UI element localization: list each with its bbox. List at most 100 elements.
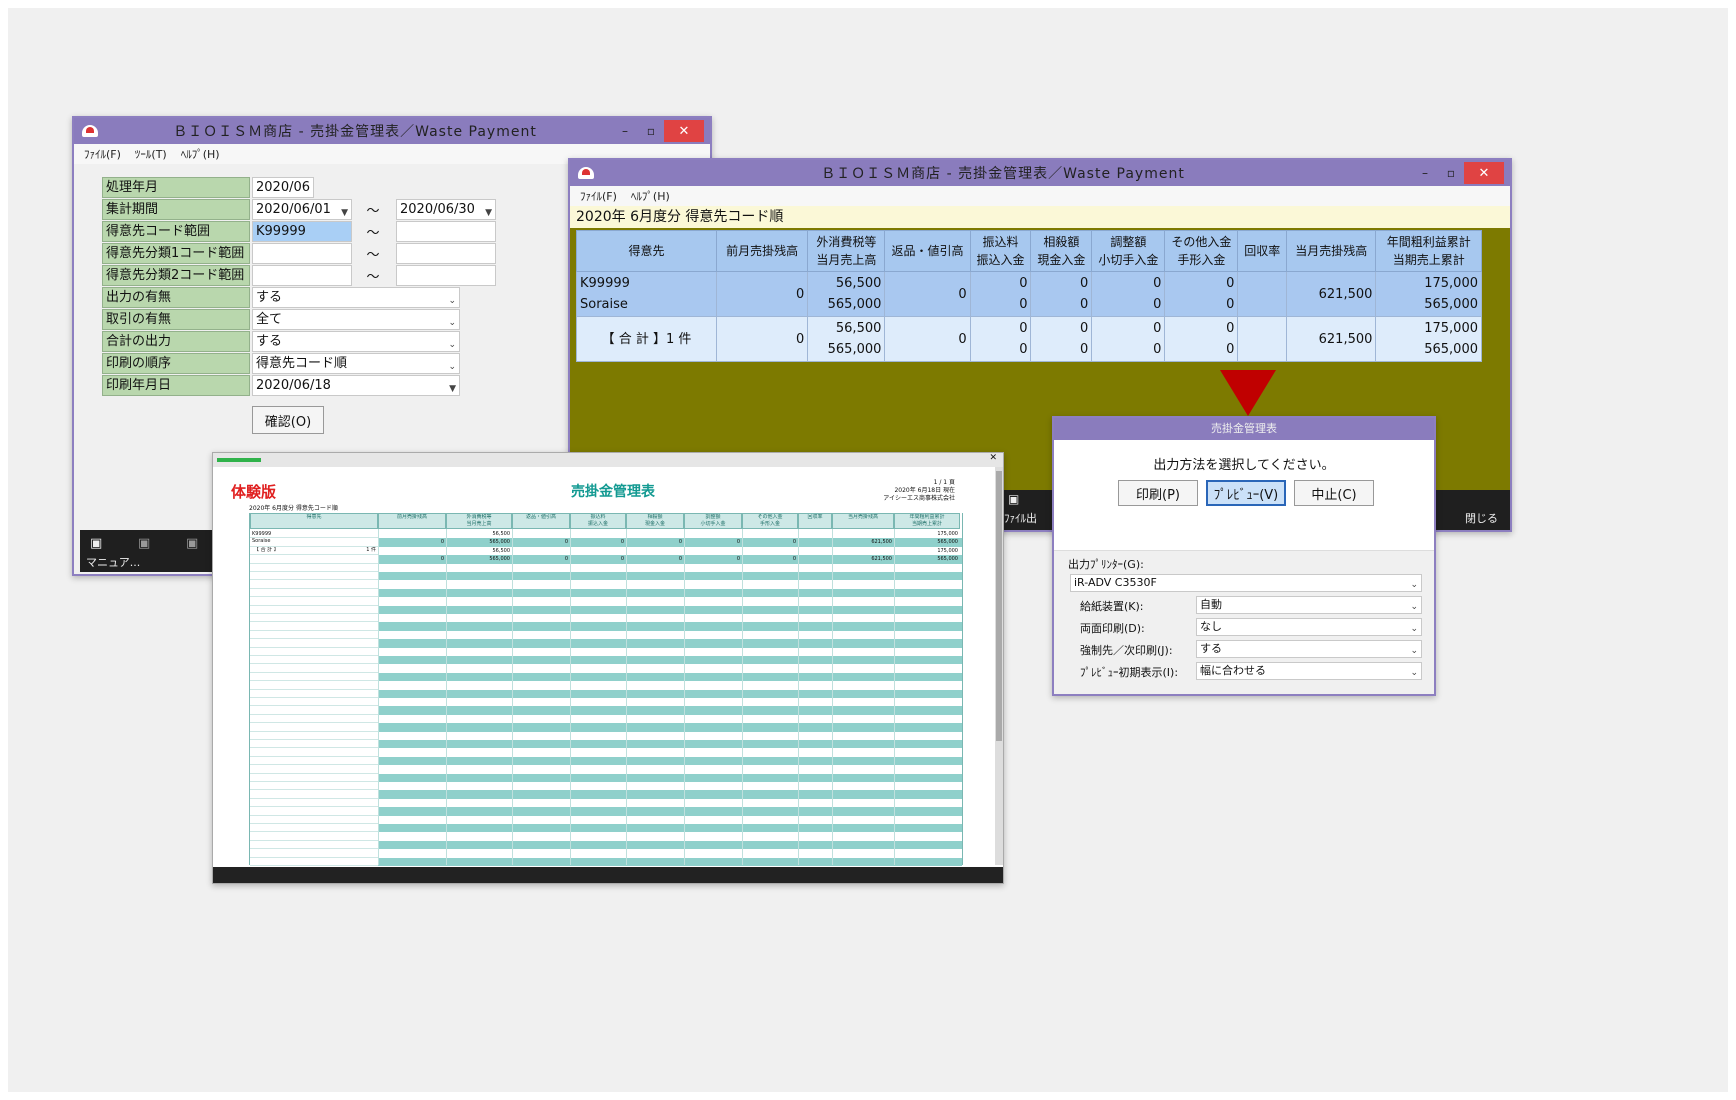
report-page: 1 / 1 頁 <box>933 479 955 486</box>
report-col-divider <box>832 529 833 865</box>
report-value: 0 <box>678 539 682 545</box>
report-client-row-line <box>250 681 378 690</box>
close-label[interactable]: 閉じる <box>1465 510 1498 526</box>
report-client-row-line <box>250 715 378 724</box>
printer-value: iR-ADV C3530F <box>1074 576 1157 589</box>
report-client-row-line <box>250 841 378 850</box>
vertical-scrollbar[interactable] <box>995 467 1003 865</box>
tool-icon[interactable]: ▣ <box>138 536 150 551</box>
progress-bar <box>217 458 261 462</box>
report-stripe-row <box>378 656 962 665</box>
report-value: 175,000 <box>937 548 958 554</box>
minimize-icon[interactable]: – <box>1412 163 1438 183</box>
total-value: する <box>256 333 283 349</box>
period-to-input[interactable]: 2020/06/30 ▼ <box>396 198 496 220</box>
minimize-icon[interactable]: – <box>612 121 638 141</box>
tax-value: 56,500 <box>835 276 882 291</box>
form-window-titlebar[interactable]: ＢＩＯＩＳＭ商店 - 売掛金管理表／Waste Payment – ▫ ✕ <box>74 118 710 144</box>
month-input[interactable]: 2020/06 <box>252 176 314 198</box>
print-button[interactable]: 印刷(P) <box>1118 480 1198 506</box>
client-range-to-input[interactable] <box>396 220 496 242</box>
report-client-row-line <box>250 816 378 824</box>
menu-file[interactable]: ﾌｧｲﾙ(F) <box>580 188 617 204</box>
printer-select[interactable]: iR-ADV C3530F ⌄ <box>1070 574 1422 592</box>
report-stripe-row <box>378 681 962 690</box>
class2-to-input[interactable] <box>396 264 496 286</box>
close-icon[interactable]: ✕ <box>1464 162 1504 184</box>
table-row[interactable]: K99999 Soraise 0 56,500 565,000 0 00 00 00… <box>576 271 1482 317</box>
paper-source-select[interactable]: 自動 ⌄ <box>1196 596 1422 614</box>
transfer-value: 0 <box>1019 342 1028 357</box>
class1-from-input[interactable] <box>252 242 352 264</box>
report-stripe-row <box>378 782 962 791</box>
report-client-row-line <box>250 530 378 539</box>
preview-button[interactable]: ﾌﾟﾚﾋﾞｭｰ(V) <box>1206 480 1286 506</box>
report-client-row-line <box>250 639 378 648</box>
sales-value: 565,000 <box>827 342 882 357</box>
total-label: 合計の出力 <box>102 330 250 352</box>
report-col-divider <box>894 529 895 865</box>
report-stripe-row <box>378 664 962 673</box>
menu-tools[interactable]: ﾂｰﾙ(T) <box>135 146 167 162</box>
file-output-label[interactable]: ﾌｧｲﾙ出 <box>1004 510 1037 526</box>
report-value: 0 <box>620 539 624 545</box>
report-client-row-line <box>250 572 378 581</box>
report-stripe-row <box>378 572 962 581</box>
report-client-row-line <box>250 664 378 673</box>
close-icon[interactable]: ✕ <box>989 453 997 463</box>
report-client-row-line <box>250 614 378 623</box>
class2-from-input[interactable] <box>252 264 352 286</box>
close-icon[interactable]: ✕ <box>664 120 704 142</box>
tool-icon[interactable]: ▣ <box>186 536 198 551</box>
desktop-stage: ＢＩＯＩＳＭ商店 - 売掛金管理表／Waste Payment – ▫ ✕ ﾌｧ… <box>8 8 1728 1092</box>
menu-help[interactable]: ﾍﾙﾌﾟ(H) <box>181 146 220 162</box>
class1-to-input[interactable] <box>396 242 496 264</box>
menu-file[interactable]: ﾌｧｲﾙ(F) <box>84 146 121 162</box>
report-subtitle: 2020年 6月度分 得意先コード順 <box>249 505 338 512</box>
report-value: 0 <box>564 556 568 562</box>
file-output-icon[interactable]: ▣ <box>1008 492 1019 506</box>
report-date: 2020年 6月18日 現在 <box>894 487 955 494</box>
client-range-label: 得意先コード範囲 <box>102 220 250 242</box>
list-window-titlebar[interactable]: ＢＩＯＩＳＭ商店 - 売掛金管理表／Waste Payment – ▫ ✕ <box>570 160 1510 186</box>
chevron-down-icon: ⌄ <box>1410 580 1418 590</box>
print-date-value: 2020/06/18 <box>256 377 331 393</box>
report-value: 0 <box>440 556 444 562</box>
client-range-from-input[interactable]: K99999 <box>252 220 352 242</box>
manual-icon[interactable]: ▣ <box>90 536 102 551</box>
report-col-divider <box>798 529 799 865</box>
maximize-icon[interactable]: ▫ <box>638 121 664 141</box>
report-col-divider <box>446 529 447 865</box>
period-to-value: 2020/06/30 <box>400 201 475 217</box>
preview-initial-select[interactable]: 幅に合わせる ⌄ <box>1196 662 1422 680</box>
print-date-input[interactable]: 2020/06/18 ▼ <box>252 374 460 399</box>
report-stripe-row <box>378 740 962 749</box>
maximize-icon[interactable]: ▫ <box>1438 163 1464 183</box>
force-print-select[interactable]: する ⌄ <box>1196 640 1422 658</box>
output-flag-select[interactable]: する ⌄ <box>252 286 460 308</box>
order-select[interactable]: 得意先コード順 ⌄ <box>252 352 460 374</box>
manual-label[interactable]: マニュア... <box>86 554 140 570</box>
menu-help[interactable]: ﾍﾙﾌﾟ(H) <box>631 188 670 204</box>
preview-toolbar: ✕ <box>213 453 1003 467</box>
scrollbar-thumb[interactable] <box>996 471 1002 741</box>
total-select[interactable]: する ⌄ <box>252 330 460 352</box>
total-row[interactable]: 【 合 計 】1 件 0 56,500 565,000 0 00 00 00 00… <box>576 316 1482 362</box>
chevron-down-icon: ⌄ <box>1410 624 1418 634</box>
cash-cell: 00 <box>1030 316 1093 362</box>
period-from-input[interactable]: 2020/06/01 ▼ <box>252 198 352 220</box>
report-client-row-line <box>250 564 378 572</box>
report-col-header: 年間粗利益累計 当期売上累計 <box>894 513 960 529</box>
col-header: その他入金 手形入金 <box>1164 230 1239 272</box>
list-menubar: ﾌｧｲﾙ(F) ﾍﾙﾌﾟ(H) <box>570 186 1510 206</box>
col-header: 振込料 振込入金 <box>969 230 1032 272</box>
confirm-button[interactable]: 確認(O) <box>252 406 324 434</box>
transaction-select[interactable]: 全て ⌄ <box>252 308 460 330</box>
col-header: 調整額 小切手入金 <box>1091 230 1166 272</box>
cancel-button[interactable]: 中止(C) <box>1294 480 1374 506</box>
duplex-select[interactable]: なし ⌄ <box>1196 618 1422 636</box>
report-value: 0 <box>736 539 740 545</box>
report-company: アイシーエス商事株式会社 <box>883 495 955 502</box>
calendar-dropdown-icon[interactable]: ▼ <box>449 380 456 399</box>
report-value: 565,000 <box>937 539 958 545</box>
